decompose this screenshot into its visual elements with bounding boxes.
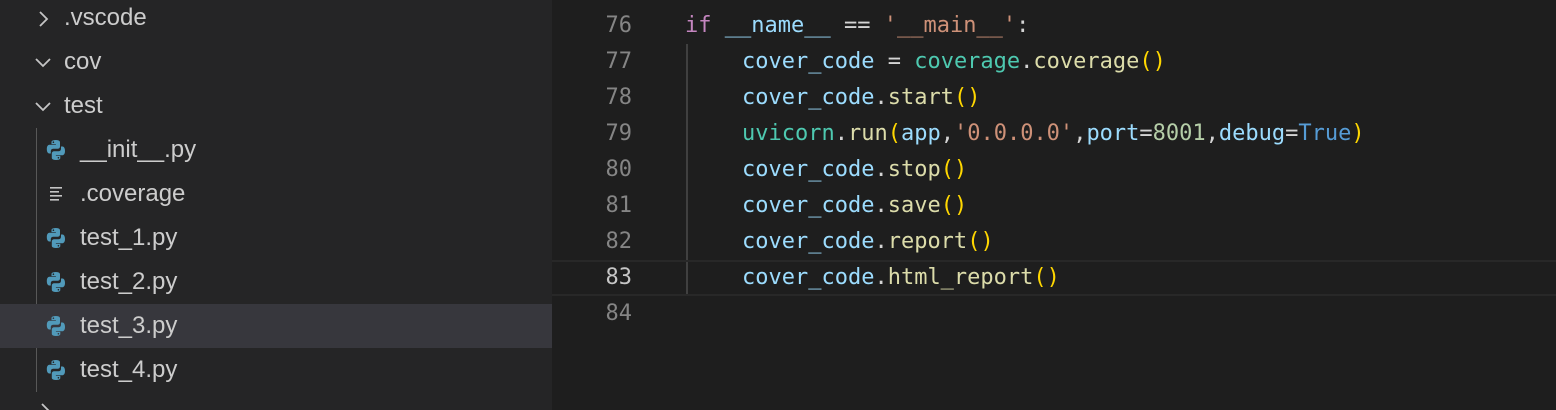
line-number: 76: [605, 13, 633, 38]
file-test-1-py[interactable]: test_1.py: [0, 216, 552, 260]
chevron-right-icon: [34, 400, 56, 410]
file-label: test_1.py: [80, 224, 178, 251]
folder-cov[interactable]: cov: [0, 40, 552, 84]
line-number: 79: [605, 121, 633, 146]
line-number: 82: [605, 229, 633, 254]
file-coverage[interactable]: .coverage: [0, 172, 552, 216]
code-text: uvicorn.run(app,'0.0.0.0',port=8001,debu…: [742, 121, 1365, 146]
line-number: 78: [605, 85, 633, 110]
tree-item-partial[interactable]: [0, 392, 552, 410]
file-label: test_2.py: [80, 268, 178, 295]
folder-label: cov: [64, 48, 102, 75]
line-number: 80: [605, 157, 633, 182]
code-text: cover_code.report(): [742, 229, 994, 254]
file-label: test_3.py: [80, 312, 178, 339]
folder-test[interactable]: test: [0, 84, 552, 128]
line-number: 84: [605, 301, 633, 326]
code-text: cover_code = coverage.coverage(): [742, 49, 1166, 74]
line-number: 83: [605, 265, 633, 290]
chevron-down-icon: [32, 95, 54, 117]
python-icon: [44, 226, 68, 250]
python-icon: [44, 138, 68, 162]
chevron-right-icon: [32, 8, 54, 30]
folder-label: test: [64, 92, 103, 119]
code-line-76[interactable]: 76 if __name__ == '__main__':: [552, 8, 1556, 44]
file-init-py[interactable]: __init__.py: [0, 128, 552, 172]
lines-file-icon: [44, 182, 68, 206]
code-line-84[interactable]: 84: [552, 296, 1556, 332]
file-label: test_4.py: [80, 356, 178, 383]
file-test-4-py[interactable]: test_4.py: [0, 348, 552, 392]
code-line-81[interactable]: 81 cover_code.save(): [552, 188, 1556, 224]
file-label: .coverage: [80, 180, 186, 207]
chevron-down-icon: [32, 51, 54, 73]
file-test-3-py[interactable]: test_3.py: [0, 304, 552, 348]
python-icon: [44, 358, 68, 382]
code-line-80[interactable]: 80 cover_code.stop(): [552, 152, 1556, 188]
code-line-79[interactable]: 79 uvicorn.run(app,'0.0.0.0',port=8001,d…: [552, 116, 1556, 152]
line-number: 81: [605, 193, 633, 218]
file-label: __init__.py: [80, 136, 197, 163]
code-text: cover_code.save(): [742, 193, 968, 218]
python-icon: [44, 270, 68, 294]
code-line-78[interactable]: 78 cover_code.start(): [552, 80, 1556, 116]
vscode-window: .vscode cov test __init__.py .coverage t…: [0, 0, 1556, 410]
explorer-sidebar: .vscode cov test __init__.py .coverage t…: [0, 0, 552, 410]
code-text: cover_code.start(): [742, 85, 981, 110]
code-text: if __name__ == '__main__':: [685, 13, 1030, 38]
line-number: 77: [605, 49, 633, 74]
python-icon: [44, 314, 68, 338]
folder-vscode[interactable]: .vscode: [0, 0, 552, 40]
code-text: cover_code.stop(): [742, 157, 968, 182]
code-line-77[interactable]: 77 cover_code = coverage.coverage(): [552, 44, 1556, 80]
file-test-2-py[interactable]: test_2.py: [0, 260, 552, 304]
code-text: cover_code.html_report(): [742, 265, 1060, 290]
code-editor[interactable]: 76 if __name__ == '__main__': 77 cover_c…: [552, 0, 1556, 410]
code-line-82[interactable]: 82 cover_code.report(): [552, 224, 1556, 260]
code-line-83-current[interactable]: 83 cover_code.html_report(): [552, 260, 1556, 296]
folder-label: .vscode: [64, 4, 147, 31]
